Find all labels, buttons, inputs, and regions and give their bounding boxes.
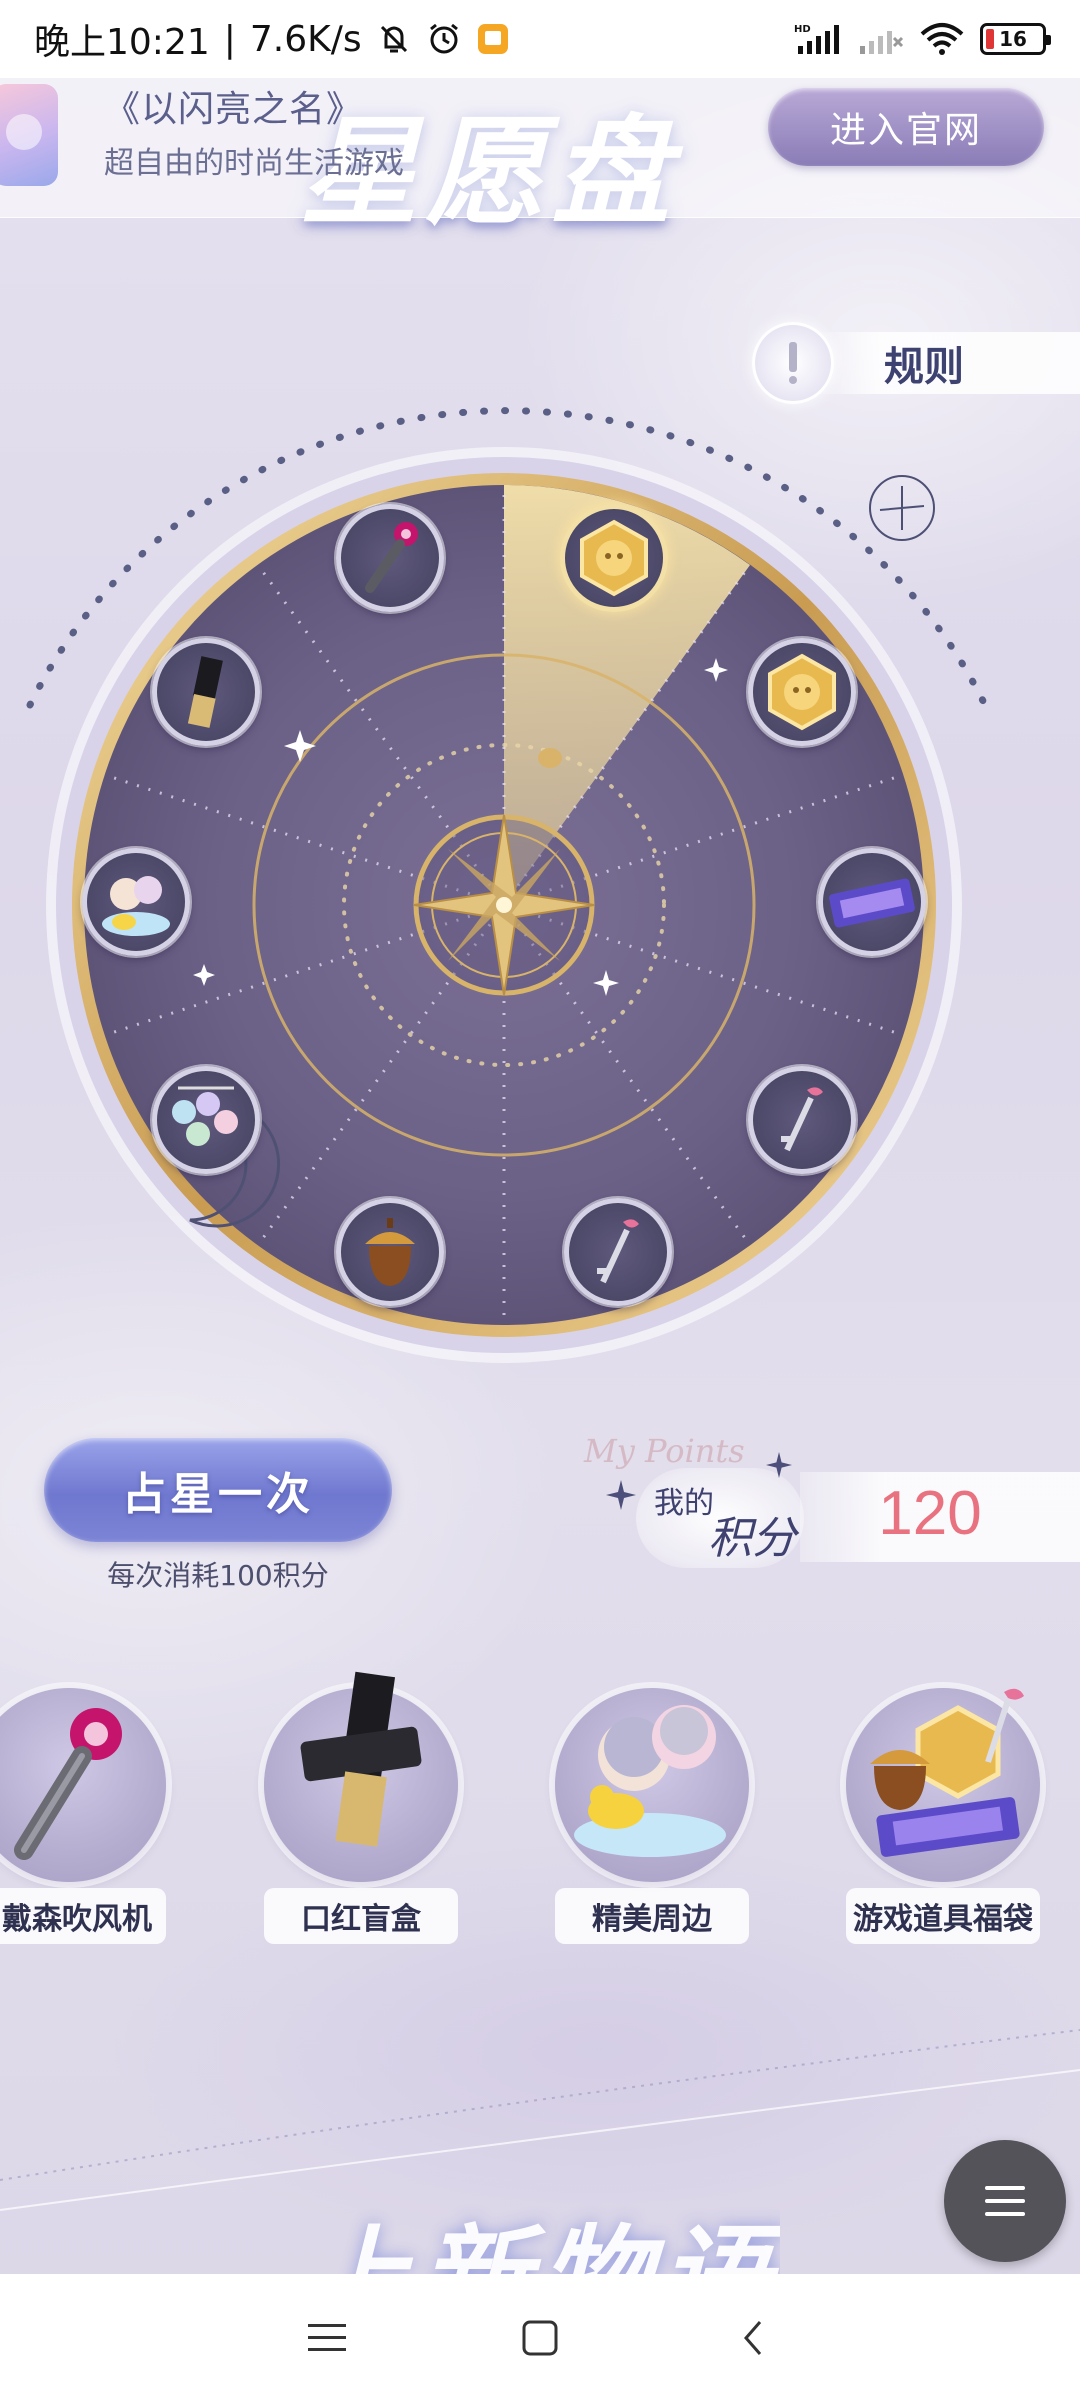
showcase-thumb [846,1688,1040,1882]
wheel-prize-acorn [336,1198,444,1306]
home-icon [522,2320,558,2355]
coin-icon [580,519,648,597]
page-root: { "status_bar": { "time": "晚上10:21", "ne… [0,0,1080,2401]
points-en-label: My Points [584,1432,745,1470]
wheel-prize-ticket [818,848,926,956]
wheel-prize-acrylic-stand [82,848,190,956]
mute-bell-icon [376,21,412,57]
floating-menu-button[interactable] [944,2140,1066,2262]
showcase-item-merch[interactable]: 精美周边 [555,1688,749,1944]
gift-bag-icon [870,1688,1024,1857]
draw-once-button[interactable]: 占星一次 [44,1438,392,1542]
showcase-label: 戴森吹风机 [0,1888,166,1944]
wheel-prize-key-1 [748,1066,856,1174]
wheel-prize-coin-1 [560,504,668,612]
wheel-prize-lipstick [152,638,260,746]
keychain-icon [172,1086,238,1146]
showcase-thumb [264,1671,458,1882]
status-net-speed: 7.6K/s [249,18,362,60]
hair-dryer-icon [365,522,418,593]
showcase-item-hair-dryer[interactable]: 戴森吹风机 [0,1688,166,1944]
wheel-prize-hair-dryer [336,504,444,612]
signal-hd-icon: HD [794,22,842,56]
app-notification-icon [476,22,510,56]
status-separator: | [223,18,236,60]
showcase-label: 口红盲盒 [264,1888,458,1944]
lipstick-icon [300,1671,422,1847]
status-bar: 晚上10:21 | 7.6K/s HD 16 [0,0,1080,78]
showcase-item-gift-bag[interactable]: 游戏道具福袋 [846,1688,1040,1944]
showcase-thumb [0,1688,166,1882]
lipstick-icon [187,656,223,728]
wheel-prize-coin-2 [748,638,856,746]
status-time: 晚上10:21 [34,22,210,63]
section-title-new-items: 上新物语 [300,2213,780,2278]
svg-text:HD: HD [794,24,811,35]
info-icon [752,322,834,404]
figure-icon [102,876,170,936]
figure-icon [574,1705,726,1857]
sparkle-icon [606,1480,636,1510]
nav-back-button[interactable] [713,2298,793,2378]
sparkle-icon [766,1452,792,1478]
nav-recents-button[interactable] [287,2298,367,2378]
ticket-icon [829,878,915,928]
alarm-icon [426,21,462,57]
game-app-icon[interactable] [0,84,58,186]
nav-home-button[interactable] [500,2298,580,2378]
official-site-button[interactable]: 进入官网 [768,88,1044,166]
wheel-prize-keychain [152,1066,260,1174]
points-label-my: 我的 [654,1486,714,1521]
coin-icon [768,653,836,731]
showcase-label: 游戏道具福袋 [846,1888,1040,1944]
my-points-panel: My Points 我的 积分 120 [580,1426,1080,1576]
signal-weak-icon [858,22,904,56]
showcase-label: 精美周边 [555,1888,749,1944]
key-icon [597,1219,639,1284]
points-value: 120 [878,1479,982,1548]
system-nav-bar [0,2274,1080,2401]
battery-icon: 16 [980,23,1051,55]
acorn-icon [365,1218,415,1286]
game-title: 《以闪亮之名》 [104,89,364,130]
wifi-icon [920,22,964,56]
showcase-item-lipstick[interactable]: 口红盲盒 [264,1671,458,1944]
battery-level: 16 [999,27,1027,51]
star-wish-wheel [0,360,1080,1410]
game-slogan: 超自由的时尚生活游戏 [104,146,404,181]
menu-icon [985,2186,1025,2216]
draw-cost-text: 每次消耗100积分 [107,1559,329,1592]
game-ad-banner[interactable]: 《以闪亮之名》 超自由的时尚生活游戏 进入官网 [0,78,1080,218]
points-label-points: 积分 [708,1513,796,1564]
back-icon [744,2320,762,2355]
showcase-thumb [555,1688,749,1882]
wheel-prize-key-2 [564,1198,672,1306]
key-icon [781,1087,823,1152]
recents-icon [307,2323,346,2351]
hair-dryer-icon [14,1708,122,1860]
